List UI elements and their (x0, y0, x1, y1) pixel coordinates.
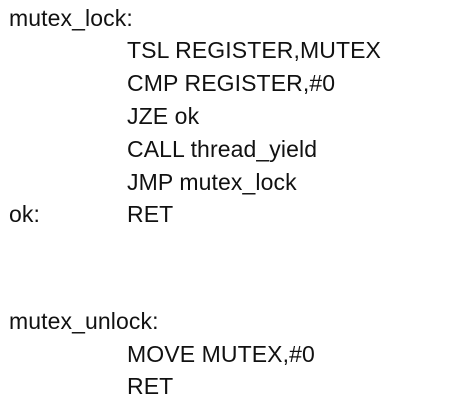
instruction-jmp: JMP mutex_lock (127, 169, 297, 195)
instruction-tsl: TSL REGISTER,MUTEX (127, 37, 381, 63)
instruction-call: CALL thread_yield (127, 136, 318, 162)
ok-label: ok: (9, 201, 40, 227)
mutex-unlock-label: mutex_unlock: (9, 308, 159, 334)
instruction-move: MOVE MUTEX,#0 (127, 341, 315, 367)
instruction-jze: JZE ok (127, 103, 200, 129)
instruction-cmp: CMP REGISTER,#0 (127, 70, 336, 96)
assembly-listing: mutex_lock: TSL REGISTER,MUTEX CMP REGIS… (0, 0, 453, 402)
instruction-ret-unlock: RET (127, 373, 174, 399)
instruction-ret-lock: RET (127, 201, 174, 227)
mutex-lock-label: mutex_lock: (9, 5, 133, 31)
